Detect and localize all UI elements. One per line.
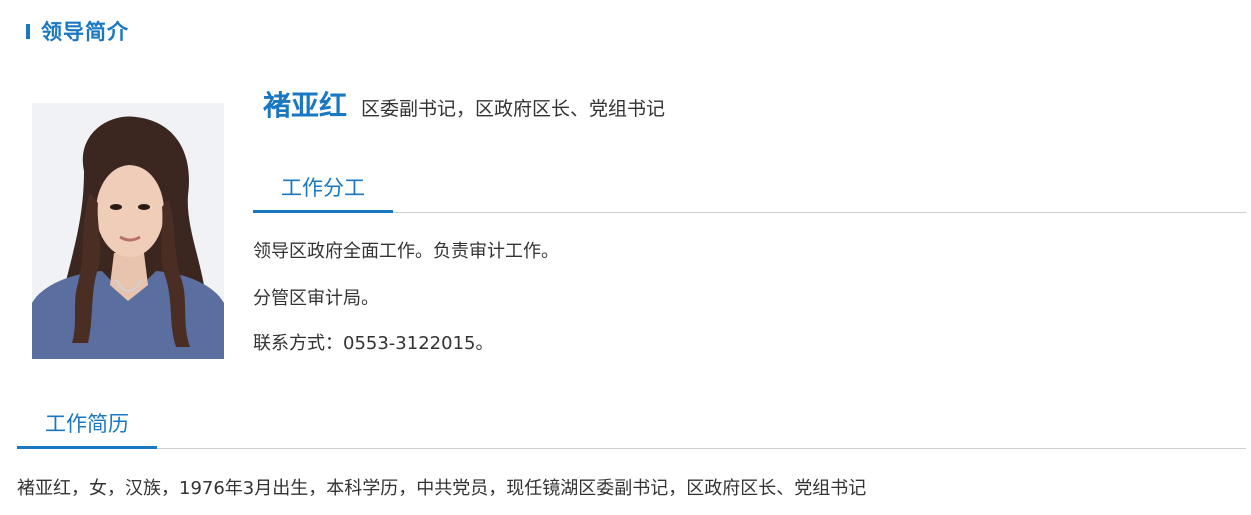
- duty-line: 分管区审计局。: [253, 288, 379, 309]
- tab-duties[interactable]: 工作分工: [253, 172, 393, 202]
- duty-line: 领导区政府全面工作。负责审计工作。: [253, 241, 559, 262]
- leader-photo: [32, 103, 224, 359]
- leader-position: 区委副书记，区政府区长、党组书记: [361, 98, 666, 120]
- portrait-image: [32, 103, 224, 359]
- tab-resume[interactable]: 工作简历: [17, 408, 157, 438]
- contact-line: 联系方式：0553-3122015。: [253, 333, 494, 354]
- leader-heading: 褚亚红 区委副书记，区政府区长、党组书记: [263, 84, 665, 124]
- resume-text: 褚亚红，女，汉族，1976年3月出生，本科学历，中共党员，现任镜湖区委副书记，区…: [17, 478, 867, 499]
- section-marker: [26, 23, 30, 39]
- tab-resume-indicator: [17, 446, 157, 449]
- resume-divider: [17, 448, 1246, 449]
- section-title: 领导简介: [41, 20, 129, 44]
- leader-name: 褚亚红: [263, 89, 348, 122]
- duties-divider: [253, 212, 1246, 213]
- section-header: 领导简介: [26, 16, 129, 46]
- tab-duties-indicator: [253, 210, 393, 213]
